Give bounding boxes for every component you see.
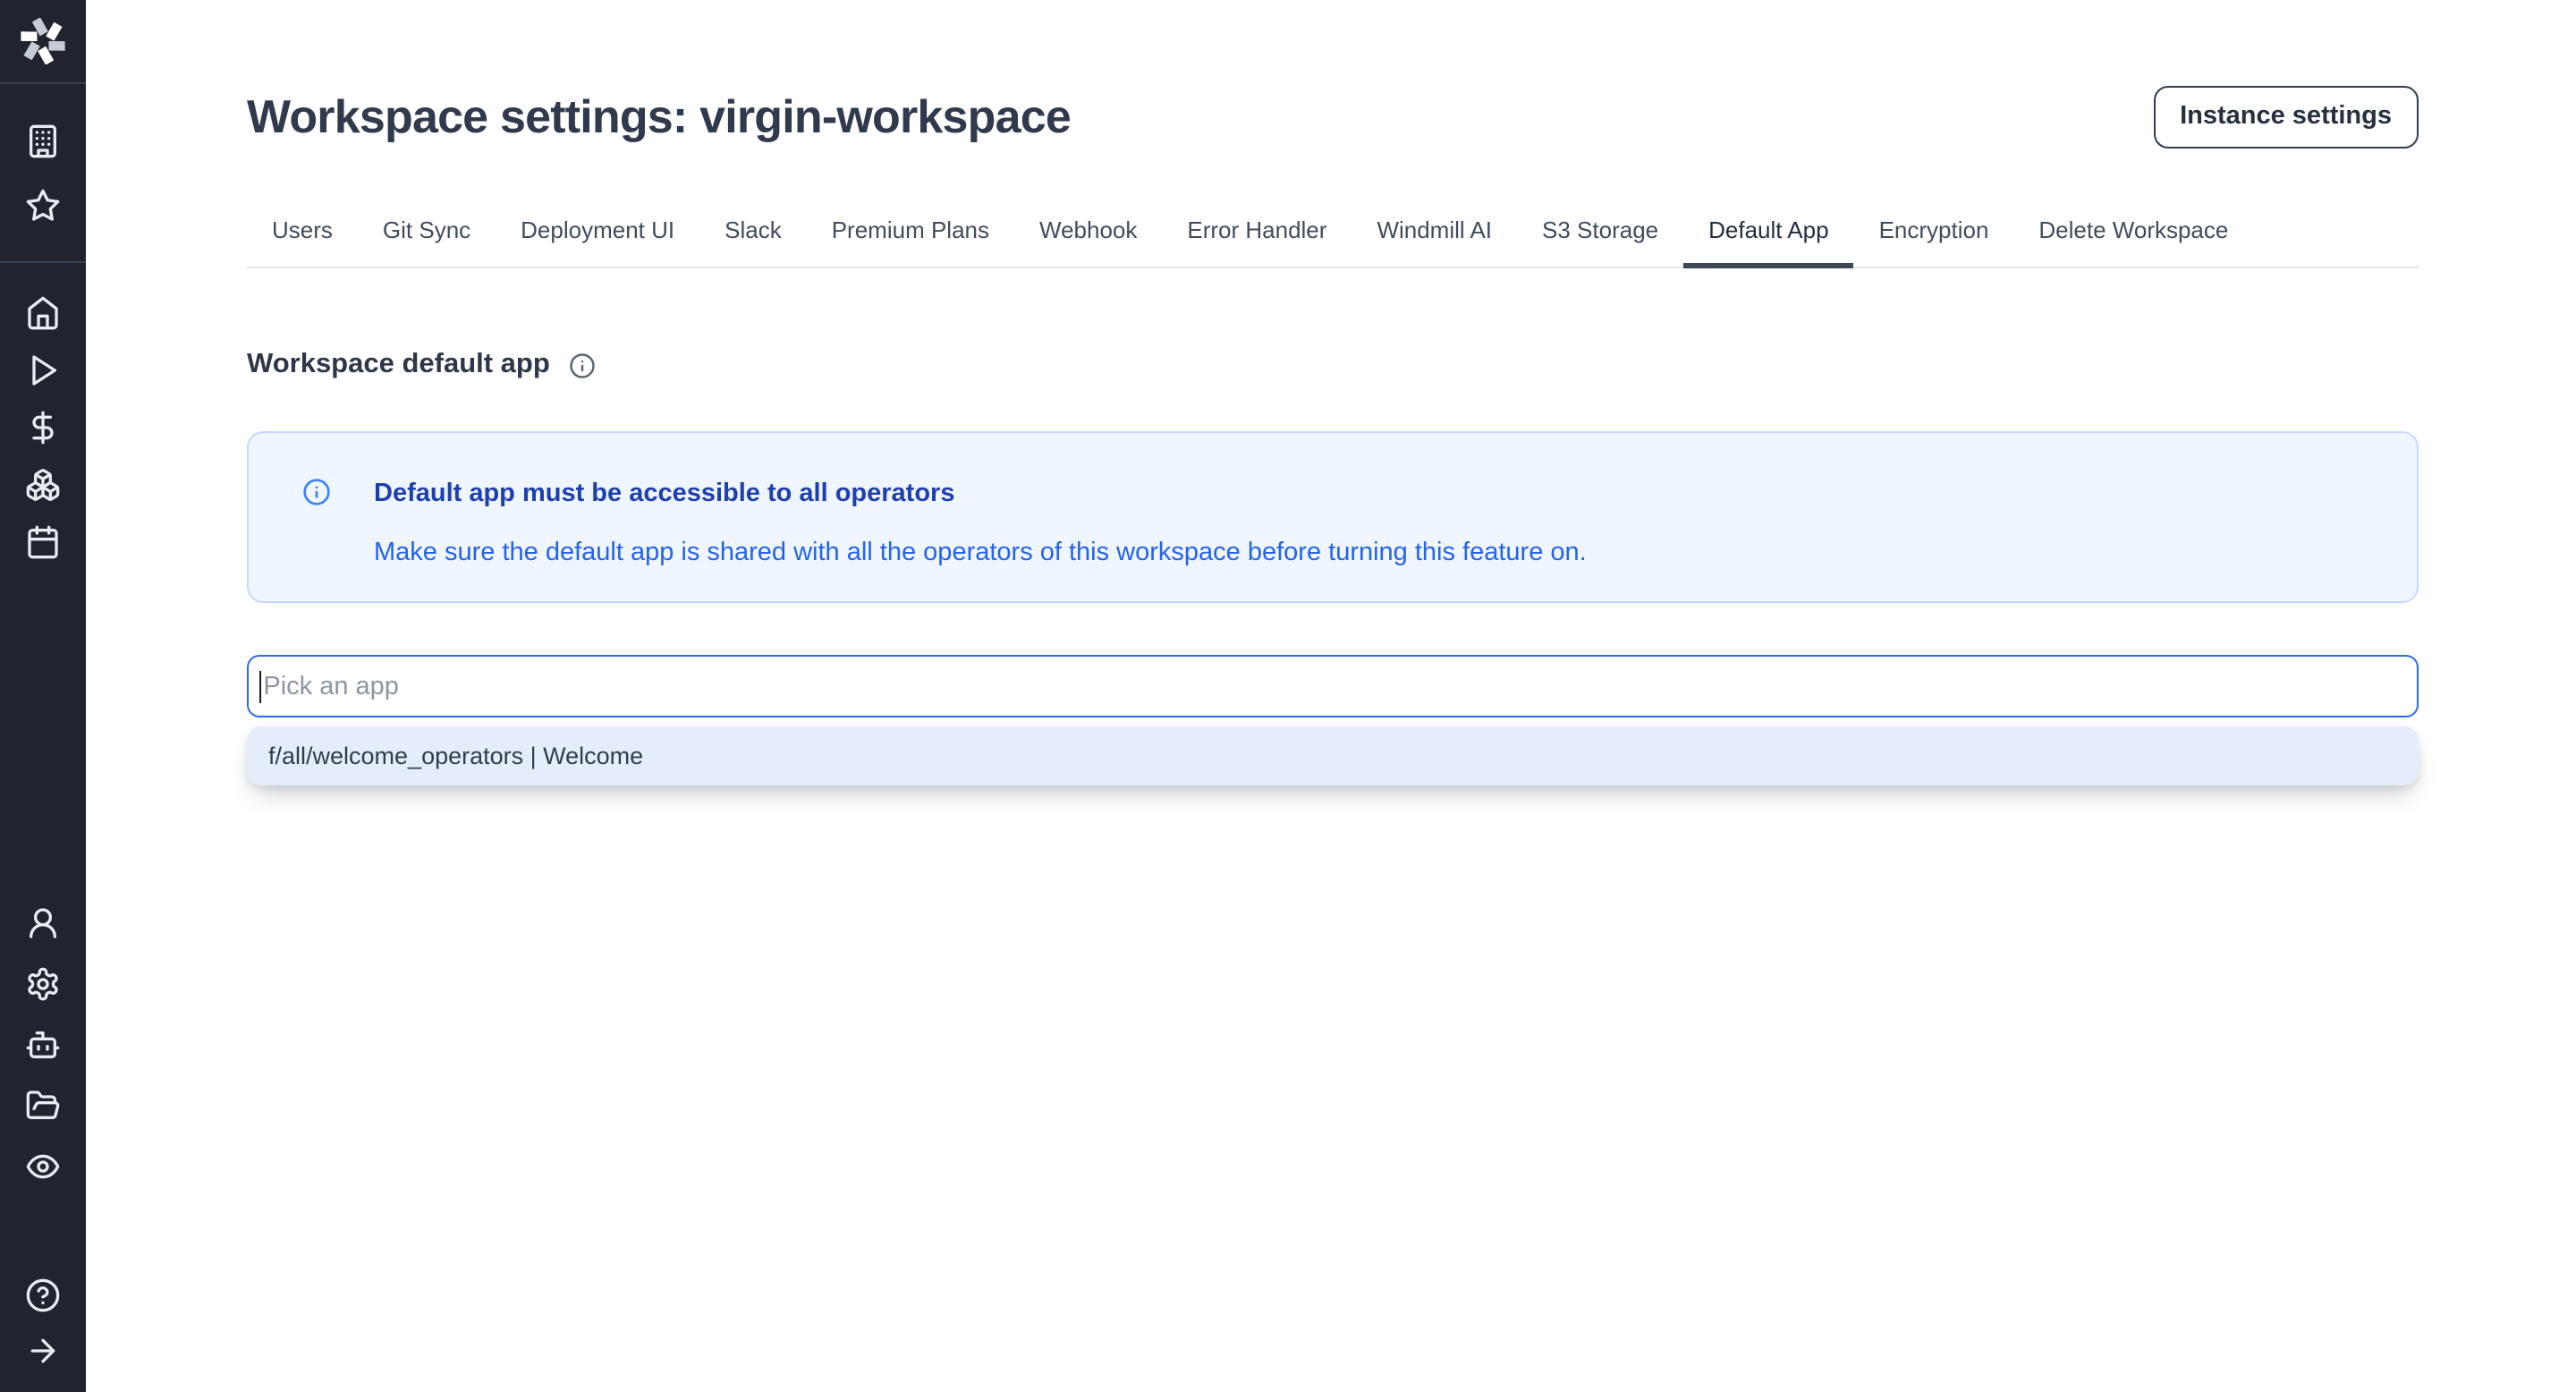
sidebar-item-audit-logs[interactable]: [0, 1136, 86, 1197]
app-picker-placeholder: Pick an app: [263, 672, 399, 700]
sidebar-item-runs[interactable]: [0, 342, 86, 399]
settings-gear-icon: [25, 966, 61, 1002]
sidebar-item-resources[interactable]: [0, 456, 86, 514]
sidebar-item-home[interactable]: [0, 284, 86, 342]
sidebar-item-variables[interactable]: [0, 399, 86, 456]
play-icon: [25, 352, 61, 388]
user-icon: [25, 905, 61, 941]
info-icon[interactable]: [570, 352, 597, 378]
windmill-app: Workspace settings: virgin-workspace Ins…: [0, 0, 2576, 1392]
boxes-icon: [25, 467, 61, 503]
tab-delete-workspace[interactable]: Delete Workspace: [2013, 199, 2253, 268]
info-icon: [302, 478, 331, 506]
sidebar-bottom-pad: [0, 1378, 86, 1392]
sidebar-item-workers[interactable]: [0, 1014, 86, 1075]
info-alert: Default app must be accessible to all op…: [247, 431, 2419, 603]
calendar-icon: [25, 524, 61, 560]
alert-body: Make sure the default app is shared with…: [374, 535, 1587, 571]
dollar-icon: [25, 410, 61, 446]
text-caret: [259, 670, 261, 702]
sidebar: [0, 0, 86, 1392]
tab-premium-plans[interactable]: Premium Plans: [807, 199, 1014, 268]
sidebar-item-settings[interactable]: [0, 954, 86, 1014]
main-content: Workspace settings: virgin-workspace Ins…: [86, 0, 2576, 1392]
folder-open-icon: [25, 1088, 61, 1124]
sidebar-item-help[interactable]: [0, 1267, 86, 1322]
sidebar-item-folders[interactable]: [0, 1075, 86, 1136]
building-icon: [25, 123, 61, 159]
windmill-logo[interactable]: [0, 0, 86, 82]
help-circle-icon: [25, 1277, 61, 1312]
sidebar-item-favorites[interactable]: [0, 174, 86, 238]
dropdown-option-label: f/all/welcome_operators | Welcome: [268, 743, 643, 769]
sidebar-workspace-group: [0, 84, 86, 261]
sidebar-nav-group: [0, 263, 86, 571]
eye-icon: [25, 1149, 61, 1184]
app-picker-input[interactable]: Pick an app: [247, 655, 2419, 717]
instance-settings-button[interactable]: Instance settings: [2153, 85, 2419, 148]
tab-s3-storage[interactable]: S3 Storage: [1517, 199, 1683, 268]
tab-webhook[interactable]: Webhook: [1014, 199, 1162, 268]
app-picker-dropdown-option[interactable]: f/all/welcome_operators | Welcome: [247, 726, 2419, 785]
alert-texts: Default app must be accessible to all op…: [374, 476, 1587, 571]
windmill-logo-icon: [20, 18, 66, 64]
section-heading-row: Workspace default app: [247, 349, 2419, 381]
page-title: Workspace settings: virgin-workspace: [247, 89, 1071, 144]
star-icon: [25, 188, 61, 224]
sidebar-item-schedules[interactable]: [0, 514, 86, 571]
sidebar-item-expand[interactable]: [0, 1322, 86, 1378]
header-row: Workspace settings: virgin-workspace Ins…: [247, 84, 2419, 149]
sidebar-gap: [0, 1197, 86, 1267]
tab-error-handler[interactable]: Error Handler: [1162, 199, 1352, 268]
tab-users[interactable]: Users: [247, 199, 358, 268]
tab-slack[interactable]: Slack: [699, 199, 807, 268]
arrow-right-icon: [25, 1332, 61, 1368]
tab-windmill-ai[interactable]: Windmill AI: [1352, 199, 1517, 268]
section-heading: Workspace default app: [247, 349, 550, 381]
tab-deployment-ui[interactable]: Deployment UI: [496, 199, 699, 268]
sidebar-item-workspace[interactable]: [0, 109, 86, 174]
sidebar-item-account[interactable]: [0, 893, 86, 954]
settings-tabs: Users Git Sync Deployment UI Slack Premi…: [247, 199, 2419, 268]
home-icon: [25, 295, 61, 331]
sidebar-admin-group: [0, 893, 86, 1197]
tab-default-app[interactable]: Default App: [1683, 199, 1853, 268]
robot-icon: [25, 1027, 61, 1063]
sidebar-bottom-group: [0, 1267, 86, 1378]
alert-title: Default app must be accessible to all op…: [374, 476, 1587, 512]
tab-git-sync[interactable]: Git Sync: [358, 199, 496, 268]
sidebar-spacer: [0, 571, 86, 893]
tab-encryption[interactable]: Encryption: [1854, 199, 2014, 268]
